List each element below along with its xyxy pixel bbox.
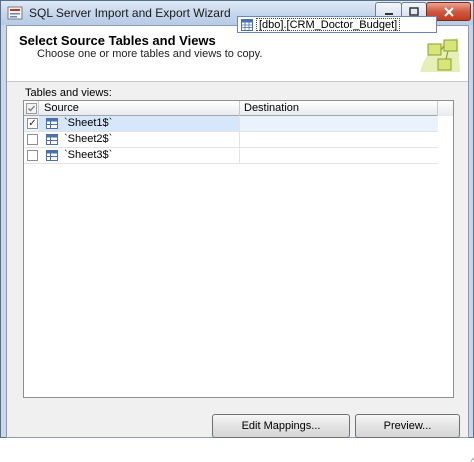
wizard-window: SQL Server Import and Export Wizard Sele… bbox=[0, 0, 474, 462]
destination-name: [dbo].[CRM_Doctor_Budget] bbox=[256, 18, 401, 31]
source-name: `Sheet1$` bbox=[64, 117, 113, 129]
preview-button[interactable]: Preview... bbox=[355, 414, 460, 438]
row-checkbox[interactable]: ✓ bbox=[27, 118, 38, 129]
source-cell[interactable]: `Sheet2$` bbox=[39, 132, 240, 147]
select-all-checkbox[interactable] bbox=[24, 101, 39, 116]
destination-cell[interactable] bbox=[240, 132, 438, 147]
destination-cell[interactable] bbox=[240, 148, 438, 163]
minimize-icon bbox=[384, 12, 393, 15]
destination-table-icon bbox=[241, 19, 253, 31]
tables-and-views-label: Tables and views: bbox=[25, 87, 112, 99]
tables-grid[interactable]: Source Destination ✓ `Sheet1$` `Sheet2$`… bbox=[23, 100, 454, 398]
grid-header: Source Destination bbox=[24, 101, 453, 116]
table-icon bbox=[46, 150, 58, 161]
header-spacer bbox=[438, 101, 453, 116]
table-icon bbox=[46, 134, 58, 145]
source-cell[interactable]: `Sheet3$` bbox=[39, 148, 240, 163]
page-subtitle: Choose one or more tables and views to c… bbox=[37, 48, 263, 60]
resize-grip-icon[interactable] bbox=[468, 452, 474, 462]
wizard-tables-graphic-icon bbox=[420, 38, 460, 72]
edit-mappings-button[interactable]: Edit Mappings... bbox=[212, 414, 350, 438]
wizard-content: Select Source Tables and Views Choose on… bbox=[6, 25, 474, 462]
window-title: SQL Server Import and Export Wizard bbox=[29, 6, 231, 20]
destination-editor[interactable]: [dbo].[CRM_Doctor_Budget] bbox=[237, 16, 437, 33]
row-checkbox[interactable] bbox=[27, 150, 38, 161]
table-icon bbox=[46, 118, 58, 129]
wizard-header: Select Source Tables and Views Choose on… bbox=[7, 26, 468, 82]
column-header-destination[interactable]: Destination bbox=[240, 101, 438, 116]
sql-server-app-icon bbox=[7, 6, 23, 20]
table-row[interactable]: `Sheet2$` bbox=[24, 132, 438, 148]
source-name: `Sheet3$` bbox=[64, 149, 113, 161]
column-header-source[interactable]: Source bbox=[39, 101, 240, 116]
page-title: Select Source Tables and Views bbox=[19, 33, 216, 48]
table-row[interactable]: `Sheet3$` bbox=[24, 148, 438, 164]
row-checkbox[interactable] bbox=[27, 134, 38, 145]
source-cell[interactable]: `Sheet1$` bbox=[39, 116, 240, 131]
destination-cell[interactable] bbox=[240, 116, 438, 131]
checkbox-all-icon bbox=[26, 103, 37, 114]
source-name: `Sheet2$` bbox=[64, 133, 113, 145]
maximize-icon bbox=[409, 7, 419, 16]
table-row[interactable]: ✓ `Sheet1$` bbox=[24, 116, 438, 132]
close-icon bbox=[443, 6, 454, 17]
